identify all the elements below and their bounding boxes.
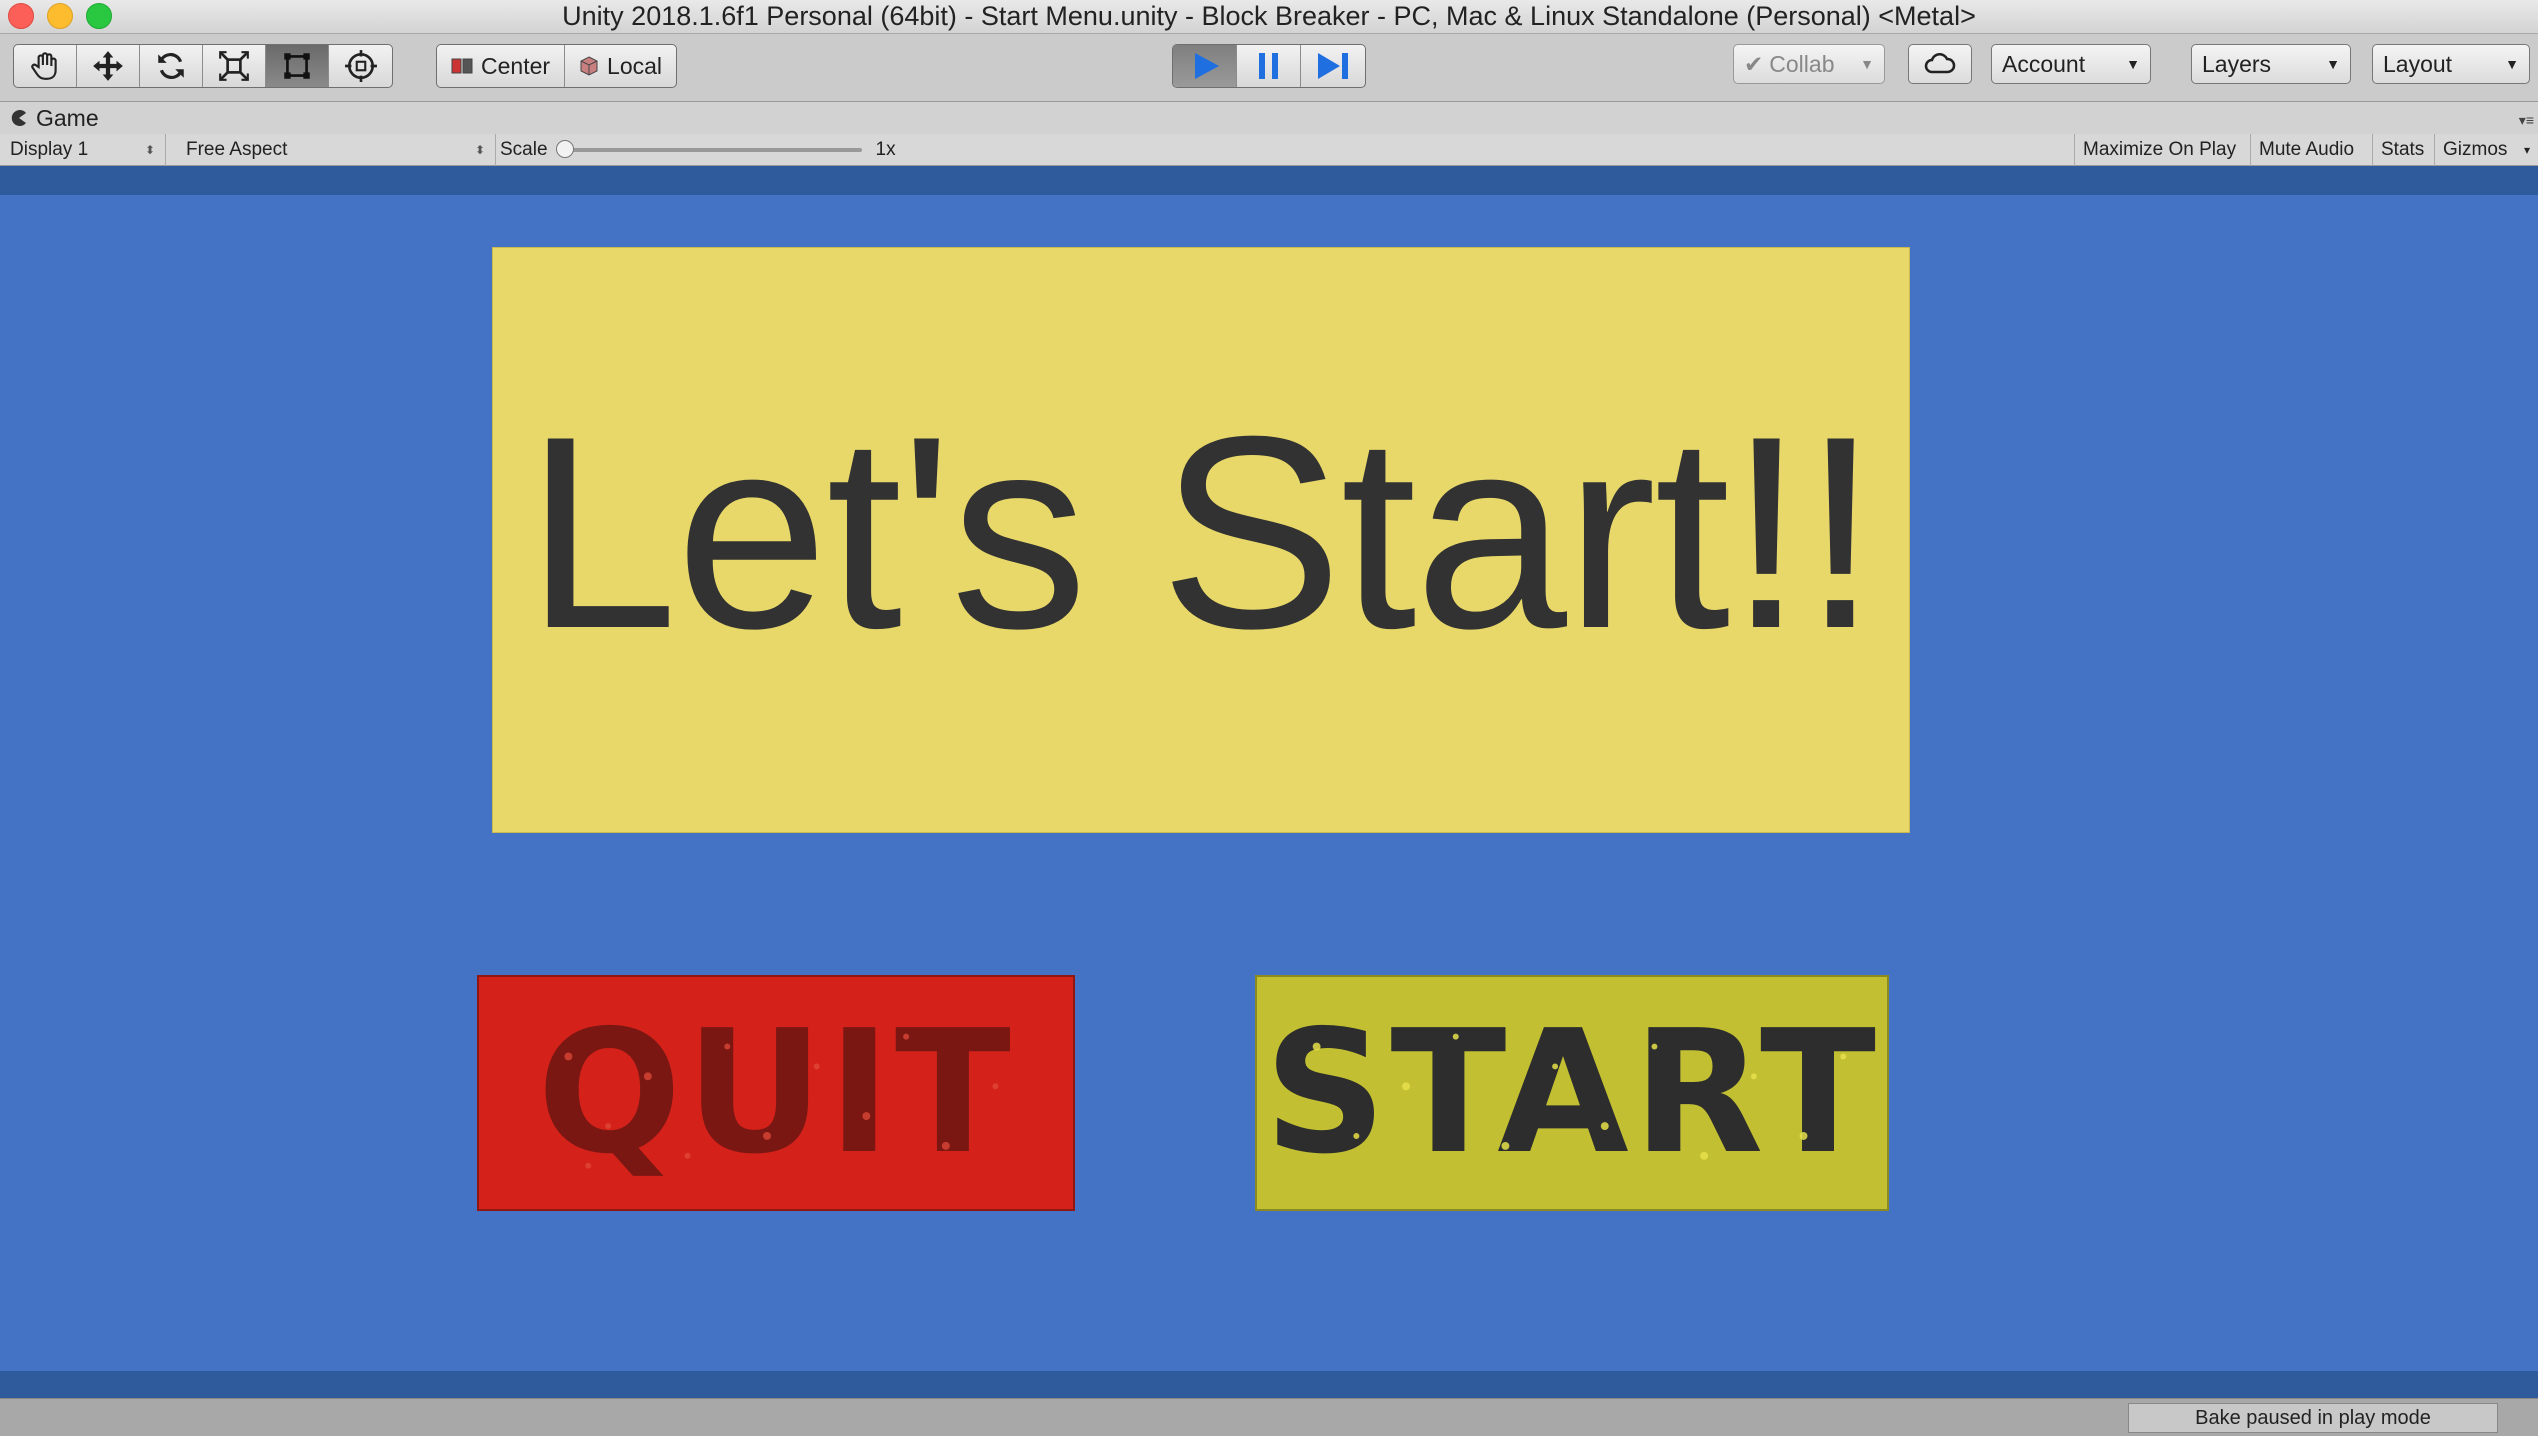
layout-dropdown[interactable]: Layout ▼ xyxy=(2372,44,2530,84)
game-view: Let's Start!! QUIT START xyxy=(0,166,2538,1398)
mute-audio-label: Mute Audio xyxy=(2259,139,2355,160)
pivot-center-label: Center xyxy=(481,52,551,79)
maximize-on-play-toggle[interactable]: Maximize On Play xyxy=(2074,134,2244,166)
scale-control: Scale 1x xyxy=(500,134,896,166)
updown-arrows-icon: ⬍ xyxy=(474,143,485,157)
move-tool-button[interactable] xyxy=(77,45,140,87)
chevron-down-icon: ▾ xyxy=(2523,143,2530,157)
rect-tool-button[interactable] xyxy=(266,45,329,87)
game-view-controls: Display 1 ⬍ Free Aspect ⬍ Scale 1x Maxim… xyxy=(0,134,2538,166)
scale-value: 1x xyxy=(875,139,896,160)
scale-label: Scale xyxy=(500,139,548,160)
cube-icon xyxy=(580,56,598,76)
collab-label: Collab xyxy=(1769,50,1835,77)
tab-game[interactable]: Game xyxy=(10,102,99,134)
chevron-down-icon: ▼ xyxy=(2126,56,2140,72)
window-title: Unity 2018.1.6f1 Personal (64bit) - Star… xyxy=(562,1,1976,31)
gizmos-dropdown[interactable]: Gizmos ▾ xyxy=(2434,134,2538,166)
rotate-tool-button[interactable] xyxy=(140,45,203,87)
chevron-down-icon: ▼ xyxy=(2326,56,2340,72)
game-canvas: Let's Start!! QUIT START xyxy=(0,195,2538,1371)
page-title: Let's Start!! xyxy=(525,380,1878,686)
transform-tool-button[interactable] xyxy=(329,45,392,87)
transform-tools xyxy=(13,44,393,88)
rotate-icon xyxy=(158,52,184,80)
aspect-label: Free Aspect xyxy=(186,139,288,160)
mute-audio-toggle[interactable]: Mute Audio xyxy=(2250,134,2362,166)
cloud-button[interactable] xyxy=(1908,44,1972,84)
chevron-down-icon: ▼ xyxy=(1860,56,1874,72)
main-toolbar: Center Local ✔ Collab ▼ Account ▼ Layers… xyxy=(0,34,2538,102)
transform-gizmo-icon xyxy=(344,50,377,82)
pause-icon xyxy=(1258,53,1278,79)
status-bar: Bake paused in play mode xyxy=(0,1398,2538,1436)
tab-game-label: Game xyxy=(36,104,99,131)
quit-button[interactable]: QUIT xyxy=(477,975,1075,1211)
stats-toggle[interactable]: Stats xyxy=(2372,134,2432,166)
scale-tool-button[interactable] xyxy=(203,45,266,87)
aspect-select[interactable]: Free Aspect ⬍ xyxy=(176,134,496,166)
stats-label: Stats xyxy=(2381,139,2425,160)
play-button[interactable] xyxy=(1173,45,1237,87)
step-icon xyxy=(1318,53,1348,79)
display-select[interactable]: Display 1 ⬍ xyxy=(0,134,166,166)
game-panel-tabbar: Game ▾≡ xyxy=(0,102,2538,134)
window-titlebar: Unity 2018.1.6f1 Personal (64bit) - Star… xyxy=(0,0,2538,34)
play-controls xyxy=(1172,44,1366,88)
updown-arrows-icon: ⬍ xyxy=(144,143,155,157)
scale-slider-knob[interactable] xyxy=(555,140,574,158)
move-arrows-icon xyxy=(93,51,123,81)
layers-label: Layers xyxy=(2202,50,2272,77)
pause-button[interactable] xyxy=(1237,45,1301,87)
pivot-center-toggle[interactable]: Center xyxy=(437,45,566,87)
play-icon xyxy=(1194,53,1219,79)
heading-panel: Let's Start!! xyxy=(492,247,1910,833)
status-message: Bake paused in play mode xyxy=(2128,1403,2498,1433)
display-label: Display 1 xyxy=(10,139,89,160)
rect-transform-icon xyxy=(284,53,310,79)
pivot-toggles: Center Local xyxy=(436,44,678,88)
step-button[interactable] xyxy=(1301,45,1365,87)
pacman-icon xyxy=(11,110,26,126)
pivot-space-toggle[interactable]: Local xyxy=(565,45,676,87)
hand-tool-button[interactable] xyxy=(14,45,77,87)
quit-button-label: QUIT xyxy=(537,994,1015,1192)
start-button-label: START xyxy=(1264,994,1880,1192)
maximize-on-play-label: Maximize On Play xyxy=(2083,139,2237,160)
panel-menu-icon[interactable]: ▾≡ xyxy=(2519,112,2534,129)
layers-dropdown[interactable]: Layers ▼ xyxy=(2191,44,2351,84)
start-button[interactable]: START xyxy=(1255,975,1889,1211)
scale-icon xyxy=(219,51,249,81)
account-dropdown[interactable]: Account ▼ xyxy=(1991,44,2151,84)
pivot-center-icon xyxy=(451,58,473,74)
layout-label: Layout xyxy=(2383,50,2453,77)
cloud-icon xyxy=(1924,53,1956,74)
check-icon: ✔ xyxy=(1744,50,1764,77)
hand-icon xyxy=(31,52,57,80)
chevron-down-icon: ▼ xyxy=(2505,56,2519,72)
gizmos-label: Gizmos xyxy=(2443,139,2508,160)
pivot-space-label: Local xyxy=(607,52,663,79)
scale-slider[interactable] xyxy=(555,140,862,158)
account-label: Account xyxy=(2002,50,2086,77)
collab-dropdown[interactable]: ✔ Collab ▼ xyxy=(1733,44,1885,84)
